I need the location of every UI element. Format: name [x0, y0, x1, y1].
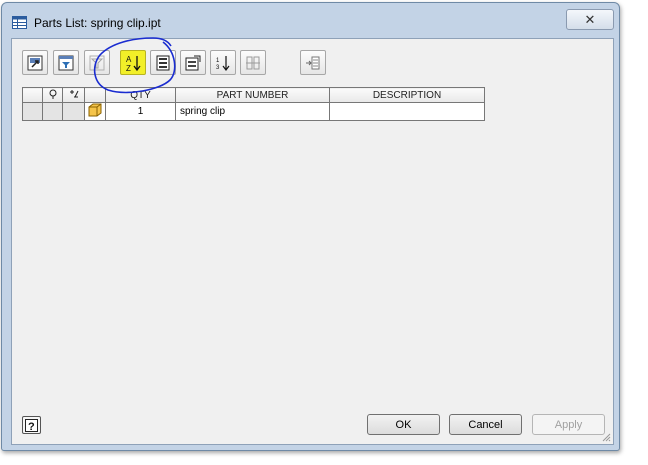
help-button[interactable]: ?	[22, 416, 41, 434]
sort-ascending-icon: A Z	[126, 55, 141, 72]
export-button[interactable]	[300, 50, 326, 75]
ok-button[interactable]: OK	[367, 414, 440, 435]
description-cell[interactable]	[329, 102, 485, 121]
column-chooser-button[interactable]	[180, 50, 206, 75]
group-settings-icon	[246, 56, 260, 69]
column-chooser-icon	[185, 55, 201, 70]
svg-text:Z: Z	[126, 64, 131, 72]
close-button[interactable]: ✕	[566, 9, 614, 30]
renumber-button[interactable]	[150, 50, 176, 75]
cancel-button[interactable]: Cancel	[449, 414, 522, 435]
window-title: Parts List: spring clip.ipt	[34, 16, 161, 30]
svg-text:A: A	[126, 55, 132, 64]
part-number-cell[interactable]: spring clip	[175, 102, 330, 121]
part-icon-cell	[84, 102, 106, 121]
part-icon	[88, 103, 102, 117]
row-header-corner	[22, 87, 43, 103]
qty-column-header[interactable]: QTY	[105, 87, 176, 103]
icon-column-header[interactable]	[84, 87, 106, 103]
help-icon: ?	[25, 418, 38, 432]
item-numbering-button[interactable]: 1 3	[210, 50, 236, 75]
view-options-button[interactable]	[22, 50, 48, 75]
row-selector[interactable]	[22, 102, 43, 121]
close-icon: ✕	[584, 11, 596, 27]
dialog-body: A Z 1 3 QTY PART NUMBER DESCRIPTION 1 sp…	[11, 38, 614, 445]
zoom-cell[interactable]	[42, 102, 63, 121]
svg-text:1: 1	[216, 58, 220, 64]
table-row[interactable]: 1 spring clip	[22, 102, 485, 121]
override-cell	[62, 102, 85, 121]
grid-header-row: QTY PART NUMBER DESCRIPTION	[22, 87, 485, 103]
svg-text:3: 3	[216, 65, 220, 71]
filter-settings-button[interactable]	[53, 50, 79, 75]
sort-button[interactable]: A Z	[120, 50, 146, 75]
override-column-header[interactable]	[62, 87, 85, 103]
parts-list-dialog: Parts List: spring clip.ipt ✕ A Z 1 3 QT…	[1, 2, 620, 451]
filter-button[interactable]	[84, 50, 110, 75]
zoom-column-header[interactable]	[42, 87, 63, 103]
title-bar[interactable]: Parts List: spring clip.ipt ✕	[2, 3, 619, 37]
resize-grip-icon[interactable]	[601, 432, 611, 442]
export-icon	[306, 56, 320, 69]
plus-minus-icon	[69, 89, 78, 97]
magnifier-icon	[49, 89, 56, 99]
svg-text:?: ?	[28, 421, 35, 432]
qty-cell[interactable]: 1	[105, 102, 176, 121]
view-options-icon	[27, 55, 43, 70]
group-settings-button[interactable]	[240, 50, 266, 75]
apply-button: Apply	[532, 414, 605, 435]
filter-disabled-icon	[89, 55, 105, 70]
part-number-column-header[interactable]: PART NUMBER	[175, 87, 330, 103]
renumber-icon	[156, 55, 170, 70]
parts-list-grid: QTY PART NUMBER DESCRIPTION 1 spring cli…	[22, 87, 485, 121]
item-numbering-icon: 1 3	[216, 55, 230, 71]
parts-list-icon	[12, 16, 27, 29]
filter-settings-icon	[58, 55, 74, 70]
description-column-header[interactable]: DESCRIPTION	[329, 87, 485, 103]
